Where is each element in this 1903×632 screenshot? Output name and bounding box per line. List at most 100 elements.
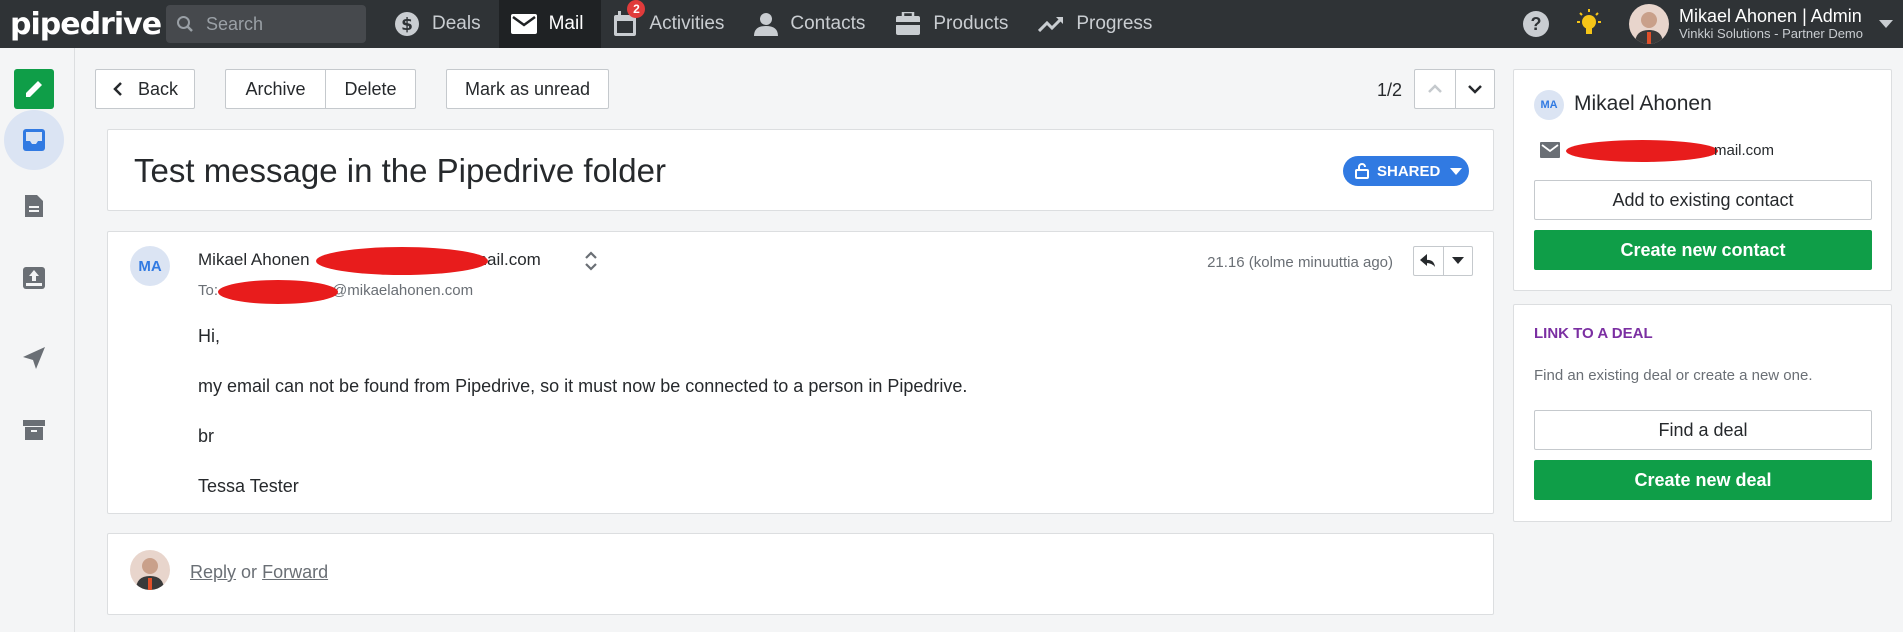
link-deal-description: Find an existing deal or create a new on… [1534,367,1813,384]
next-message-button[interactable] [1455,69,1495,109]
message-body-line: my email can not be found from Pipedrive… [198,376,968,396]
more-actions-button[interactable] [1442,247,1473,275]
caret-down-icon [1450,167,1463,175]
trend-icon [1038,17,1064,32]
nav-mail[interactable]: Mail [498,0,602,48]
back-button[interactable]: Back [95,69,195,109]
contact-name: Mikael Ahonen [1574,92,1712,115]
nav-contacts-label: Contacts [790,13,866,34]
inbox-icon [23,129,45,151]
caret-down-icon[interactable] [1879,20,1893,28]
contact-email-suffix: mail.com [1714,142,1775,159]
delete-label: Delete [344,78,397,99]
subject-card: Test message in the Pipedrive folder SHA… [107,129,1494,211]
shared-label: SHARED [1377,162,1441,180]
user-name: Mikael Ahonen | Admin [1678,6,1862,26]
person-icon [754,13,779,36]
nav-progress[interactable]: Progress [1026,0,1170,48]
sender-name: Mikael Ahonen [198,250,310,269]
forward-link[interactable]: Forward [262,562,328,582]
redaction-mark [218,280,338,304]
reply-forward-prompt: Reply or Forward [190,562,328,583]
nav-progress-label: Progress [1076,13,1153,34]
message-body-line: Tessa Tester [198,476,299,496]
sidebar-archive[interactable] [4,400,64,460]
create-new-deal-button[interactable]: Create new deal [1534,460,1872,500]
redaction-mark [316,247,488,275]
caret-down-icon [1451,257,1464,264]
outbox-icon [23,267,45,289]
unlock-icon [1355,163,1369,179]
recipient-email-suffix: @mikaelahonen.com [332,282,474,299]
reply-button[interactable] [1414,247,1443,275]
find-deal-button[interactable]: Find a deal [1534,410,1872,450]
pipedrive-logo[interactable]: pipedrive [10,7,162,42]
or-text: or [241,562,258,582]
message-body-line: br [198,426,215,446]
dollar-icon: $ [395,12,419,36]
email-subject: Test message in the Pipedrive folder [134,152,666,189]
user-avatar [130,550,170,590]
link-deal-panel: LINK TO A DEAL Find an existing deal or … [1513,304,1892,522]
top-right-controls: ? Mikael Ahonen | Admin Vinkki Solutions… [1522,0,1903,48]
nav-deals[interactable]: $ Deals [382,0,499,48]
lightbulb-icon[interactable] [1575,9,1603,39]
reply-link[interactable]: Reply [190,562,236,582]
contact-avatar: MA [1534,90,1564,120]
add-to-existing-contact-button[interactable]: Add to existing contact [1534,180,1872,220]
message-card: MA Mikael Ahonen nail.com To: @mikaelahone… [107,231,1494,514]
compose-icon [26,81,42,97]
create-new-contact-button[interactable]: Create new contact [1534,230,1872,270]
user-company: Vinkki Solutions - Partner Demo [1678,26,1863,41]
nav-activities[interactable]: 2 Activities [601,0,742,48]
archive-icon [23,420,45,440]
user-menu[interactable]: Mikael Ahonen | Admin Vinkki Solutions -… [1679,6,1863,42]
mark-unread-label: Mark as unread [464,78,591,99]
shared-dropdown[interactable]: SHARED [1343,156,1469,186]
redaction-mark [1566,140,1718,162]
archive-button[interactable]: Archive [225,69,326,109]
search-icon [177,16,193,32]
reply-bar: Reply or Forward [107,533,1494,615]
compose-button[interactable] [14,69,54,109]
search-box[interactable]: Search [166,5,366,43]
drafts-icon [25,195,43,217]
expand-collapse-icon[interactable] [584,250,598,272]
nav-mail-label: Mail [548,13,584,34]
search-input[interactable]: Search [206,14,263,35]
nav-contacts[interactable]: Contacts [742,0,883,48]
main-nav: $ Deals Mail 2 Activities Contacts Produ… [382,0,1170,48]
chevron-up-icon [1428,84,1442,93]
sidebar-sent[interactable] [4,328,64,388]
chevron-down-icon [1468,85,1482,94]
mail-sidebar [0,48,75,632]
help-icon[interactable]: ? [1522,11,1549,37]
delete-button[interactable]: Delete [325,69,416,109]
user-avatar[interactable] [1628,4,1669,44]
link-deal-title: LINK TO A DEAL [1534,325,1653,342]
box-icon [896,12,921,35]
back-label: Back [137,78,179,99]
sidebar-inbox[interactable] [4,110,64,170]
message-time: 21.16 (kolme minuuttia ago) [1207,254,1393,271]
nav-activities-label: Activities [649,13,725,34]
envelope-icon [1540,142,1560,158]
mail-icon [510,14,537,34]
message-body-line: Hi, [198,326,220,346]
sidebar-drafts[interactable] [4,176,64,236]
reply-actions [1413,246,1473,276]
chevron-left-icon [113,82,122,96]
nav-deals-label: Deals [432,13,481,34]
contact-panel: MA Mikael Ahonen mail.com Add to existin… [1513,69,1892,291]
message-pager: 1/2 [1377,80,1403,100]
to-label: To: [198,282,219,299]
activities-badge: 2 [627,0,646,18]
sender-avatar: MA [130,246,170,286]
sidebar-outbox[interactable] [4,248,64,308]
reply-icon [1420,254,1436,267]
mark-as-unread-button[interactable]: Mark as unread [446,69,609,109]
previous-message-button[interactable] [1414,69,1456,109]
nav-products[interactable]: Products [883,0,1026,48]
top-navigation-bar: pipedrive Search $ Deals Mail 2 Activiti… [0,0,1903,48]
archive-label: Archive [245,78,306,99]
